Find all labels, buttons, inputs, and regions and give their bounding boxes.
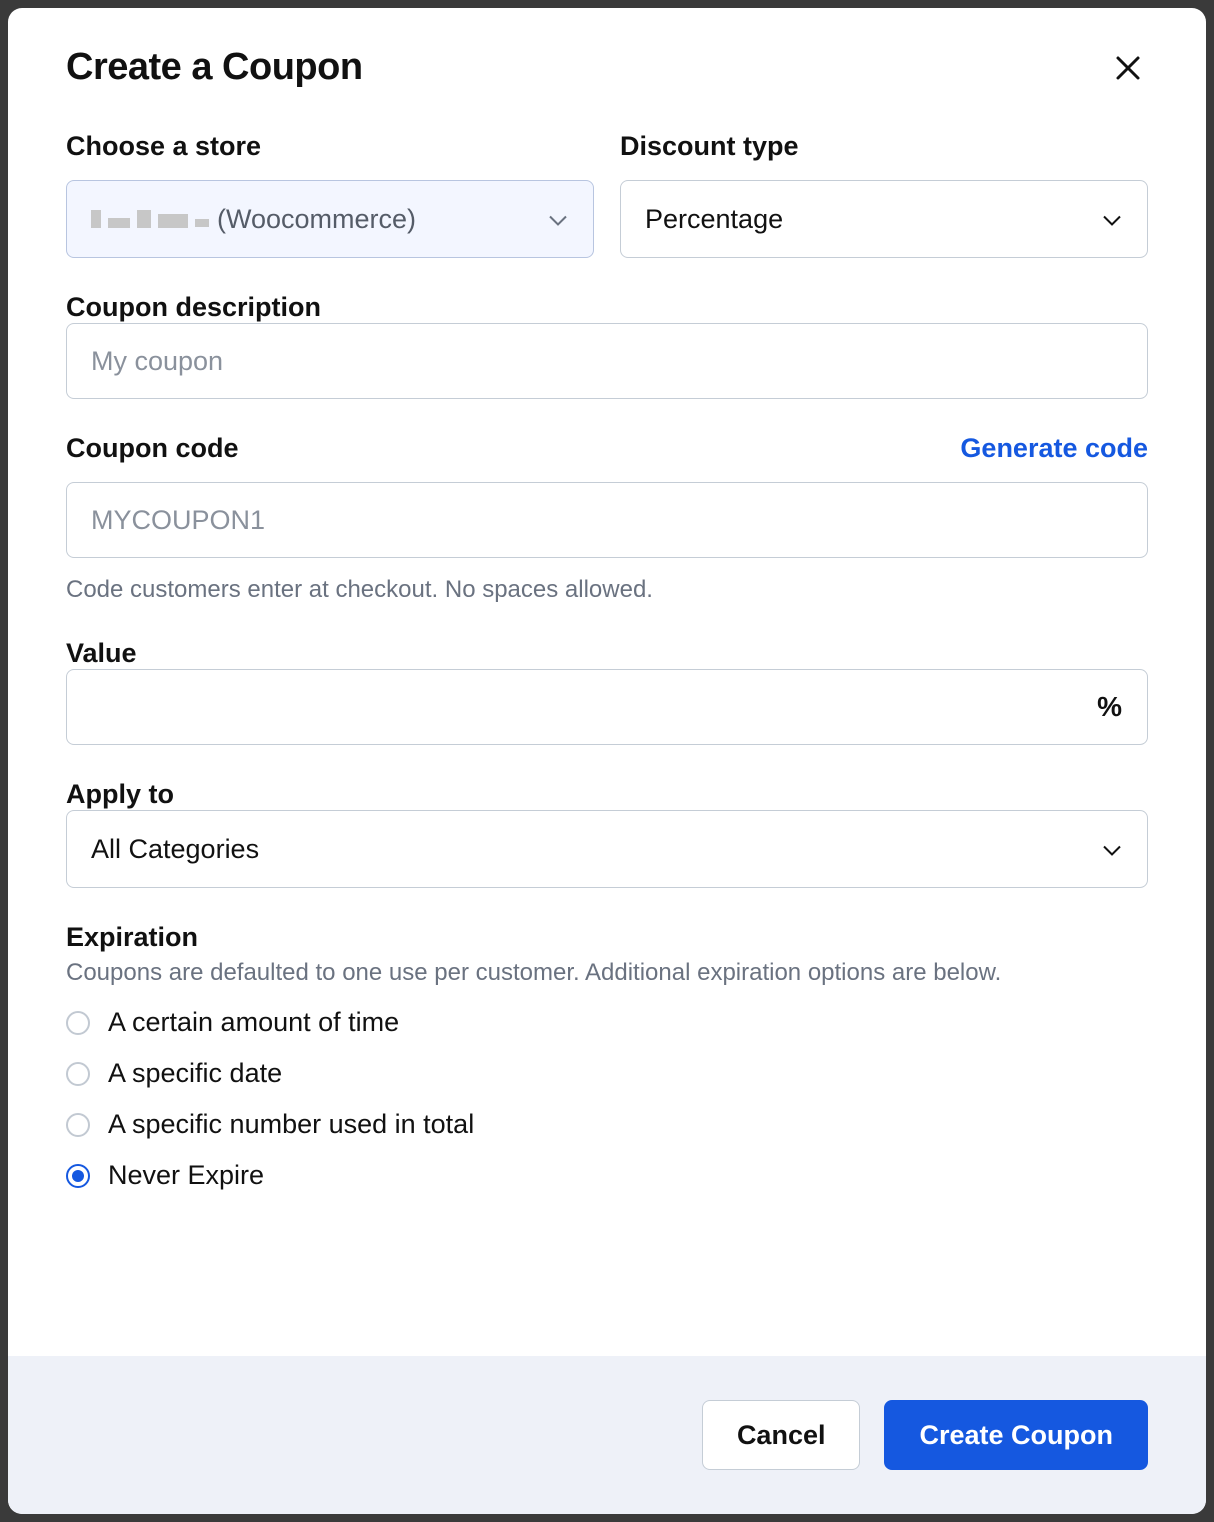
- expiration-option-date[interactable]: A specific date: [66, 1058, 1148, 1089]
- close-button[interactable]: [1108, 48, 1148, 88]
- expiration-option-uses[interactable]: A specific number used in total: [66, 1109, 1148, 1140]
- store-value-suffix: (Woocommerce): [217, 204, 416, 235]
- description-field: Coupon description: [66, 292, 1148, 399]
- radio-label: A certain amount of time: [108, 1007, 399, 1038]
- radio-label: Never Expire: [108, 1160, 264, 1191]
- code-label: Coupon code: [66, 433, 238, 464]
- modal-footer: Cancel Create Coupon: [8, 1356, 1206, 1514]
- radio-icon: [66, 1164, 90, 1188]
- discount-type-label: Discount type: [620, 131, 1148, 162]
- generate-code-link[interactable]: Generate code: [960, 433, 1148, 464]
- discount-type-field: Discount type Percentage: [620, 131, 1148, 258]
- discount-type-value: Percentage: [645, 204, 783, 235]
- expiration-label: Expiration: [66, 922, 198, 952]
- code-input[interactable]: [66, 482, 1148, 558]
- radio-icon: [66, 1062, 90, 1086]
- cancel-button[interactable]: Cancel: [702, 1400, 861, 1470]
- apply-to-field: Apply to All Categories: [66, 779, 1148, 888]
- radio-label: A specific number used in total: [108, 1109, 474, 1140]
- apply-to-select[interactable]: All Categories: [66, 810, 1148, 888]
- description-input[interactable]: [66, 323, 1148, 399]
- store-field: Choose a store (Woocommerce): [66, 131, 594, 258]
- expiration-option-time[interactable]: A certain amount of time: [66, 1007, 1148, 1038]
- store-discount-row: Choose a store (Woocommerce): [66, 131, 1148, 258]
- radio-label: A specific date: [108, 1058, 282, 1089]
- modal-body: Create a Coupon Choose a store: [8, 8, 1206, 1356]
- code-field: Coupon code Generate code Code customers…: [66, 433, 1148, 604]
- value-field: Value %: [66, 638, 1148, 745]
- create-coupon-button[interactable]: Create Coupon: [884, 1400, 1148, 1470]
- close-icon: [1113, 53, 1143, 83]
- store-label: Choose a store: [66, 131, 594, 162]
- apply-to-label: Apply to: [66, 779, 174, 809]
- modal-title: Create a Coupon: [66, 46, 363, 89]
- description-label: Coupon description: [66, 292, 321, 322]
- discount-type-select[interactable]: Percentage: [620, 180, 1148, 258]
- apply-to-value: All Categories: [91, 834, 259, 865]
- expiration-option-never[interactable]: Never Expire: [66, 1160, 1148, 1191]
- expiration-helper: Coupons are defaulted to one use per cus…: [66, 959, 1148, 987]
- radio-icon: [66, 1113, 90, 1137]
- chevron-down-icon: [549, 204, 567, 235]
- chevron-down-icon: [1103, 204, 1121, 235]
- code-helper: Code customers enter at checkout. No spa…: [66, 576, 1148, 604]
- modal-header: Create a Coupon: [66, 46, 1148, 89]
- expiration-options: A certain amount of time A specific date…: [66, 1007, 1148, 1191]
- store-redacted-name: [91, 210, 209, 228]
- create-coupon-modal: Create a Coupon Choose a store: [8, 8, 1206, 1514]
- chevron-down-icon: [1103, 834, 1121, 865]
- expiration-field: Expiration Coupons are defaulted to one …: [66, 922, 1148, 1191]
- value-label: Value: [66, 638, 137, 668]
- store-select[interactable]: (Woocommerce): [66, 180, 594, 258]
- value-input[interactable]: [66, 669, 1148, 745]
- radio-icon: [66, 1011, 90, 1035]
- value-suffix: %: [1097, 691, 1122, 723]
